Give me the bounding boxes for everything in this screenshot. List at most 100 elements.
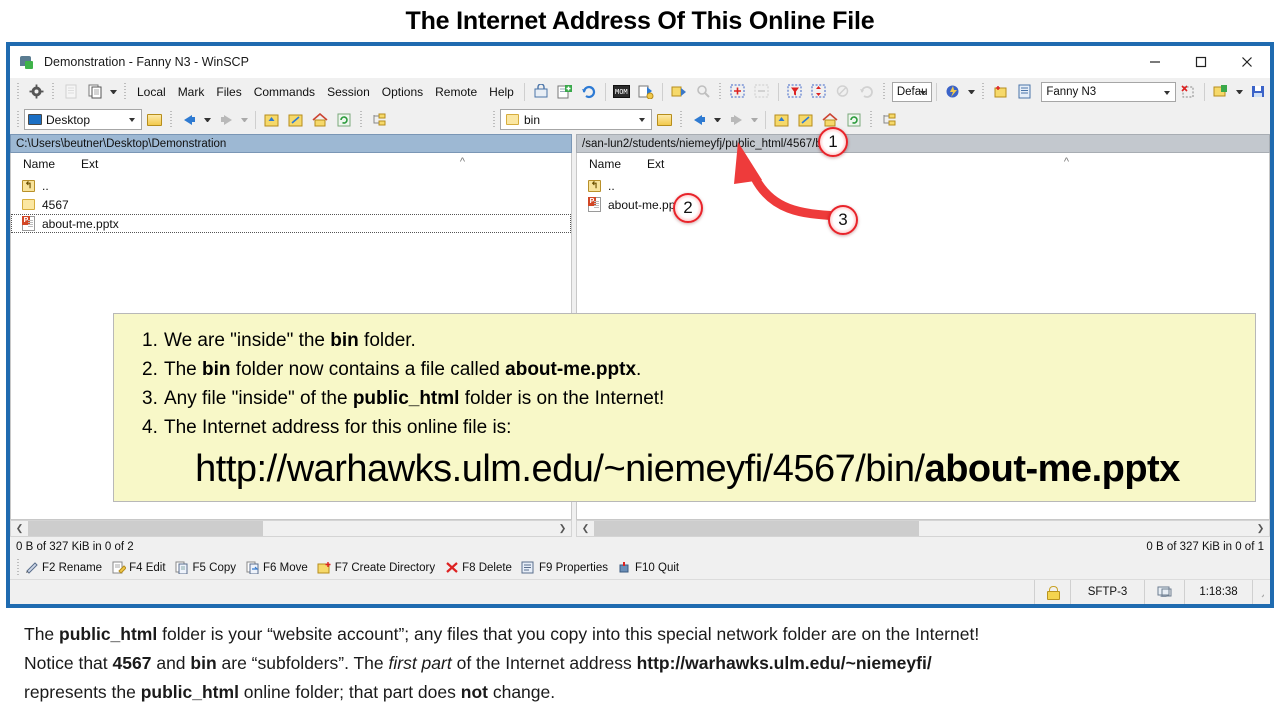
close-icon[interactable] bbox=[1224, 46, 1270, 78]
function-key-bar: F2 Rename F4 Edit F5 Copy F6 Move F7 Cre… bbox=[10, 556, 1270, 579]
transfer-settings-combo[interactable]: Defau bbox=[891, 81, 933, 102]
local-column-ext[interactable]: Ext bbox=[81, 157, 141, 171]
menu-item-help[interactable]: Help bbox=[483, 83, 520, 101]
f9-properties-button[interactable]: F9 Properties bbox=[521, 561, 608, 575]
f10-quit-button[interactable]: F10 Quit bbox=[617, 561, 679, 575]
remote-tree-grip[interactable] bbox=[869, 110, 874, 129]
transfer-toolbar-grip[interactable] bbox=[881, 82, 887, 101]
remote-back-caret-icon[interactable] bbox=[714, 117, 721, 122]
delete-icon bbox=[444, 561, 459, 575]
disconnect-icon[interactable] bbox=[1177, 81, 1199, 102]
local-horizontal-scrollbar[interactable]: ❮ ❯ bbox=[10, 520, 572, 537]
f8-delete-button[interactable]: F8 Delete bbox=[444, 561, 512, 575]
lock-session-icon[interactable] bbox=[530, 81, 552, 102]
local-path-grip[interactable] bbox=[16, 110, 21, 129]
toolbar-grip-2[interactable] bbox=[51, 82, 56, 101]
preferences-gear-icon[interactable] bbox=[25, 81, 47, 102]
table-row[interactable]: 4567 bbox=[11, 195, 571, 214]
f4-edit-button[interactable]: F4 Edit bbox=[111, 561, 166, 575]
remote-nav-grip[interactable] bbox=[679, 110, 684, 129]
remote-column-ext[interactable]: Ext bbox=[647, 157, 707, 171]
refresh-icon[interactable] bbox=[578, 81, 600, 102]
remote-back-arrow-icon[interactable] bbox=[688, 109, 710, 130]
page-title: The Internet Address Of This Online File bbox=[405, 6, 875, 35]
remote-path-bar[interactable]: /san-lun2/students/niemeyfj/public_html/… bbox=[576, 134, 1270, 153]
file-name: about-me.pptx bbox=[42, 216, 119, 231]
console-icon[interactable]: MOM bbox=[611, 81, 633, 102]
remote-refresh-folder-icon[interactable] bbox=[843, 109, 865, 130]
remote-open-folder-icon[interactable] bbox=[653, 109, 675, 130]
local-drive-combo[interactable]: Desktop bbox=[24, 109, 142, 130]
select-add-icon[interactable] bbox=[727, 81, 749, 102]
table-row[interactable]: about-me.pptx bbox=[11, 214, 571, 233]
synchronize-browsing-icon[interactable] bbox=[668, 81, 690, 102]
menu-item-session[interactable]: Session bbox=[321, 83, 376, 101]
remote-folder-combo[interactable]: bin bbox=[500, 109, 652, 130]
f6-move-button[interactable]: F6 Move bbox=[245, 561, 308, 575]
remote-recent-folder-icon[interactable] bbox=[795, 109, 817, 130]
fkeybar-grip[interactable] bbox=[16, 558, 21, 577]
remote-horizontal-scrollbar[interactable]: ❮ ❯ bbox=[576, 520, 1270, 537]
remote-scroll-track[interactable] bbox=[594, 521, 1252, 536]
local-recent-folder-icon[interactable] bbox=[285, 109, 307, 130]
local-path-bar[interactable]: C:\Users\beutner\Desktop\Demonstration bbox=[10, 134, 572, 153]
local-nav-grip[interactable] bbox=[169, 110, 174, 129]
save-session-caret-icon[interactable] bbox=[1236, 89, 1243, 94]
save-workspace-icon[interactable] bbox=[1247, 81, 1269, 102]
minimize-icon[interactable] bbox=[1132, 46, 1178, 78]
menu-item-mark[interactable]: Mark bbox=[172, 83, 211, 101]
table-row[interactable]: ↰ .. bbox=[11, 176, 571, 195]
synchronize-icon[interactable] bbox=[635, 81, 657, 102]
callout-list: 1. We are "inside" the bin folder. 2. The … bbox=[142, 326, 1255, 442]
save-session-icon[interactable] bbox=[1210, 81, 1232, 102]
new-folder-icon[interactable] bbox=[990, 81, 1012, 102]
menubar-grip[interactable] bbox=[123, 82, 128, 101]
scroll-left-icon[interactable]: ❮ bbox=[577, 521, 594, 536]
remote-path-grip[interactable] bbox=[492, 110, 497, 129]
caption-line-3: represents the public_html online folder… bbox=[24, 682, 556, 702]
internet-address: http://warhawks.ulm.edu/~niemeyfi/4567/b… bbox=[142, 448, 1233, 491]
menu-item-local[interactable]: Local bbox=[131, 83, 172, 101]
menu-item-commands[interactable]: Commands bbox=[248, 83, 321, 101]
local-back-arrow-icon[interactable] bbox=[178, 109, 200, 130]
properties-icon[interactable] bbox=[1014, 81, 1036, 102]
f7-create-directory-button[interactable]: F7 Create Directory bbox=[317, 561, 435, 575]
f2-rename-button[interactable]: F2 Rename bbox=[24, 561, 102, 575]
scroll-right-icon[interactable]: ❯ bbox=[1252, 521, 1269, 536]
f5-copy-button[interactable]: F5 Copy bbox=[175, 561, 236, 575]
local-open-folder-icon[interactable] bbox=[143, 109, 165, 130]
menu-item-options[interactable]: Options bbox=[376, 83, 429, 101]
local-tree-grip[interactable] bbox=[359, 110, 364, 129]
local-refresh-folder-icon[interactable] bbox=[333, 109, 355, 130]
select-filter-icon[interactable] bbox=[784, 81, 806, 102]
scroll-left-icon[interactable]: ❮ bbox=[11, 521, 28, 536]
remote-scroll-thumb[interactable] bbox=[594, 521, 919, 536]
invert-selection-icon[interactable] bbox=[808, 81, 830, 102]
duplicate-dropdown-caret-icon[interactable] bbox=[110, 89, 117, 94]
find-files-icon bbox=[692, 81, 714, 102]
local-back-caret-icon[interactable] bbox=[204, 117, 211, 122]
transfer-mode-icon[interactable] bbox=[942, 81, 964, 102]
new-session-icon[interactable] bbox=[554, 81, 576, 102]
local-scroll-track[interactable] bbox=[28, 521, 554, 536]
resize-grip-icon[interactable] bbox=[1252, 580, 1270, 604]
scroll-right-icon[interactable]: ❯ bbox=[554, 521, 571, 536]
transfer-mode-caret-icon[interactable] bbox=[968, 89, 976, 94]
menu-item-remote[interactable]: Remote bbox=[429, 83, 483, 101]
remote-parent-folder-icon[interactable] bbox=[771, 109, 793, 130]
selection-toolbar-grip[interactable] bbox=[717, 82, 723, 101]
local-scroll-thumb[interactable] bbox=[28, 521, 263, 536]
local-tree-icon[interactable] bbox=[368, 109, 390, 130]
duplicate-icon[interactable] bbox=[84, 81, 106, 102]
maximize-icon[interactable] bbox=[1178, 46, 1224, 78]
remote-tree-icon[interactable] bbox=[878, 109, 900, 130]
local-parent-folder-icon[interactable] bbox=[261, 109, 283, 130]
toolbar-grip[interactable] bbox=[16, 82, 21, 101]
session-toolbar-grip[interactable] bbox=[981, 82, 987, 101]
local-column-name[interactable]: Name bbox=[11, 157, 81, 171]
local-home-folder-icon[interactable] bbox=[309, 109, 331, 130]
menu-item-files[interactable]: Files bbox=[210, 83, 247, 101]
remote-column-name[interactable]: Name bbox=[577, 157, 647, 171]
table-row[interactable]: ↰ .. bbox=[577, 176, 1269, 195]
session-combo[interactable]: Fanny N3 bbox=[1041, 81, 1176, 102]
